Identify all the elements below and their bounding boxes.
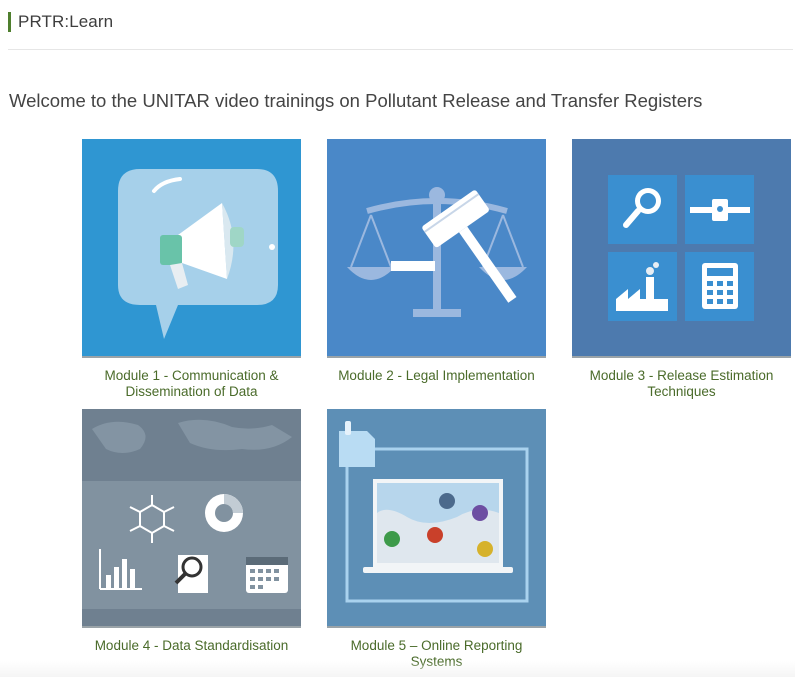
card-divider bbox=[82, 356, 301, 358]
module-card-1[interactable]: Module 1 - Communication & Dissemination… bbox=[82, 139, 301, 400]
data-standardisation-icon bbox=[82, 409, 301, 626]
module-card-5[interactable]: Module 5 – Online Reporting Systems bbox=[327, 409, 546, 670]
welcome-heading: Welcome to the UNITAR video trainings on… bbox=[9, 90, 703, 111]
module-5-thumbnail[interactable] bbox=[327, 409, 546, 626]
brand-accent-bar bbox=[8, 12, 11, 32]
module-2-thumbnail[interactable] bbox=[327, 139, 546, 356]
module-4-thumbnail[interactable] bbox=[82, 409, 301, 626]
card-divider bbox=[82, 626, 301, 628]
module-2-caption[interactable]: Module 2 - Legal Implementation bbox=[327, 368, 546, 384]
bottom-fade bbox=[0, 661, 795, 677]
module-card-4[interactable]: Module 4 - Data Standardisation bbox=[82, 409, 301, 654]
online-map-laptop-icon bbox=[327, 409, 546, 626]
module-4-caption[interactable]: Module 4 - Data Standardisation bbox=[82, 638, 301, 654]
gavel-scales-icon bbox=[327, 139, 546, 356]
module-card-2[interactable]: Module 2 - Legal Implementation bbox=[327, 139, 546, 384]
site-header: PRTR:Learn bbox=[8, 6, 793, 50]
module-1-caption[interactable]: Module 1 - Communication & Dissemination… bbox=[82, 368, 301, 400]
module-3-caption[interactable]: Module 3 - Release Estimation Techniques bbox=[572, 368, 791, 400]
module-card-3[interactable]: Module 3 - Release Estimation Techniques bbox=[572, 139, 791, 400]
card-divider bbox=[327, 626, 546, 628]
megaphone-icon bbox=[82, 139, 301, 356]
card-divider bbox=[327, 356, 546, 358]
estimation-grid-icon bbox=[572, 139, 791, 356]
card-divider bbox=[572, 356, 791, 358]
site-brand[interactable]: PRTR:Learn bbox=[8, 11, 113, 33]
module-3-thumbnail[interactable] bbox=[572, 139, 791, 356]
site-title[interactable]: PRTR:Learn bbox=[18, 12, 113, 32]
module-1-thumbnail[interactable] bbox=[82, 139, 301, 356]
